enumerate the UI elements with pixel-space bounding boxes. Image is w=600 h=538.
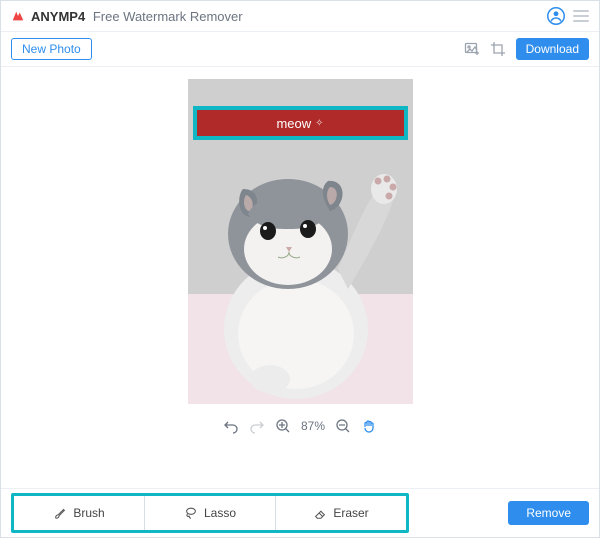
zoom-toolbar: 87%	[223, 418, 377, 434]
zoom-level: 87%	[301, 419, 325, 433]
tool-label: Lasso	[204, 506, 236, 520]
top-bar: ANYMP4 Free Watermark Remover	[1, 1, 599, 32]
brand-strong: ANYMP4	[31, 9, 85, 24]
download-button[interactable]: Download	[516, 38, 589, 60]
brand-rest: Free Watermark Remover	[93, 9, 243, 24]
tool-label: Brush	[73, 506, 104, 520]
tool-lasso[interactable]: Lasso	[145, 496, 276, 530]
tool-brush[interactable]: Brush	[14, 496, 145, 530]
action-bar: New Photo Download	[1, 32, 599, 67]
lasso-icon	[184, 506, 198, 520]
top-right	[547, 7, 589, 25]
brand-logo-icon	[11, 9, 25, 23]
undo-icon[interactable]	[223, 418, 239, 434]
brand: ANYMP4 Free Watermark Remover	[11, 9, 243, 24]
brush-icon	[53, 506, 67, 520]
canvas-stage: meow ✧ 87%	[1, 67, 599, 491]
app-window: ANYMP4 Free Watermark Remover New Photo …	[0, 0, 600, 538]
eraser-icon	[313, 506, 327, 520]
zoom-out-icon[interactable]	[335, 418, 351, 434]
user-circle-icon[interactable]	[547, 7, 565, 25]
action-icons: Download	[464, 38, 589, 60]
watermark-selection[interactable]: meow ✧	[193, 106, 408, 140]
hand-icon[interactable]	[361, 418, 377, 434]
zoom-in-icon[interactable]	[275, 418, 291, 434]
watermark-text: meow	[276, 116, 311, 131]
tool-label: Eraser	[333, 506, 368, 520]
photo[interactable]: meow ✧	[188, 79, 413, 404]
image-add-icon[interactable]	[464, 41, 480, 57]
tool-group: Brush Lasso Eraser	[11, 493, 409, 533]
hamburger-icon[interactable]	[573, 10, 589, 22]
bottom-toolbar: Brush Lasso Eraser Remove	[1, 488, 599, 537]
new-photo-button[interactable]: New Photo	[11, 38, 92, 60]
crop-icon[interactable]	[490, 41, 506, 57]
brand-name: ANYMP4 Free Watermark Remover	[31, 9, 243, 24]
remove-button[interactable]: Remove	[508, 501, 589, 525]
sparkle-icon: ✧	[315, 118, 323, 129]
tool-eraser[interactable]: Eraser	[276, 496, 406, 530]
redo-icon[interactable]	[249, 418, 265, 434]
